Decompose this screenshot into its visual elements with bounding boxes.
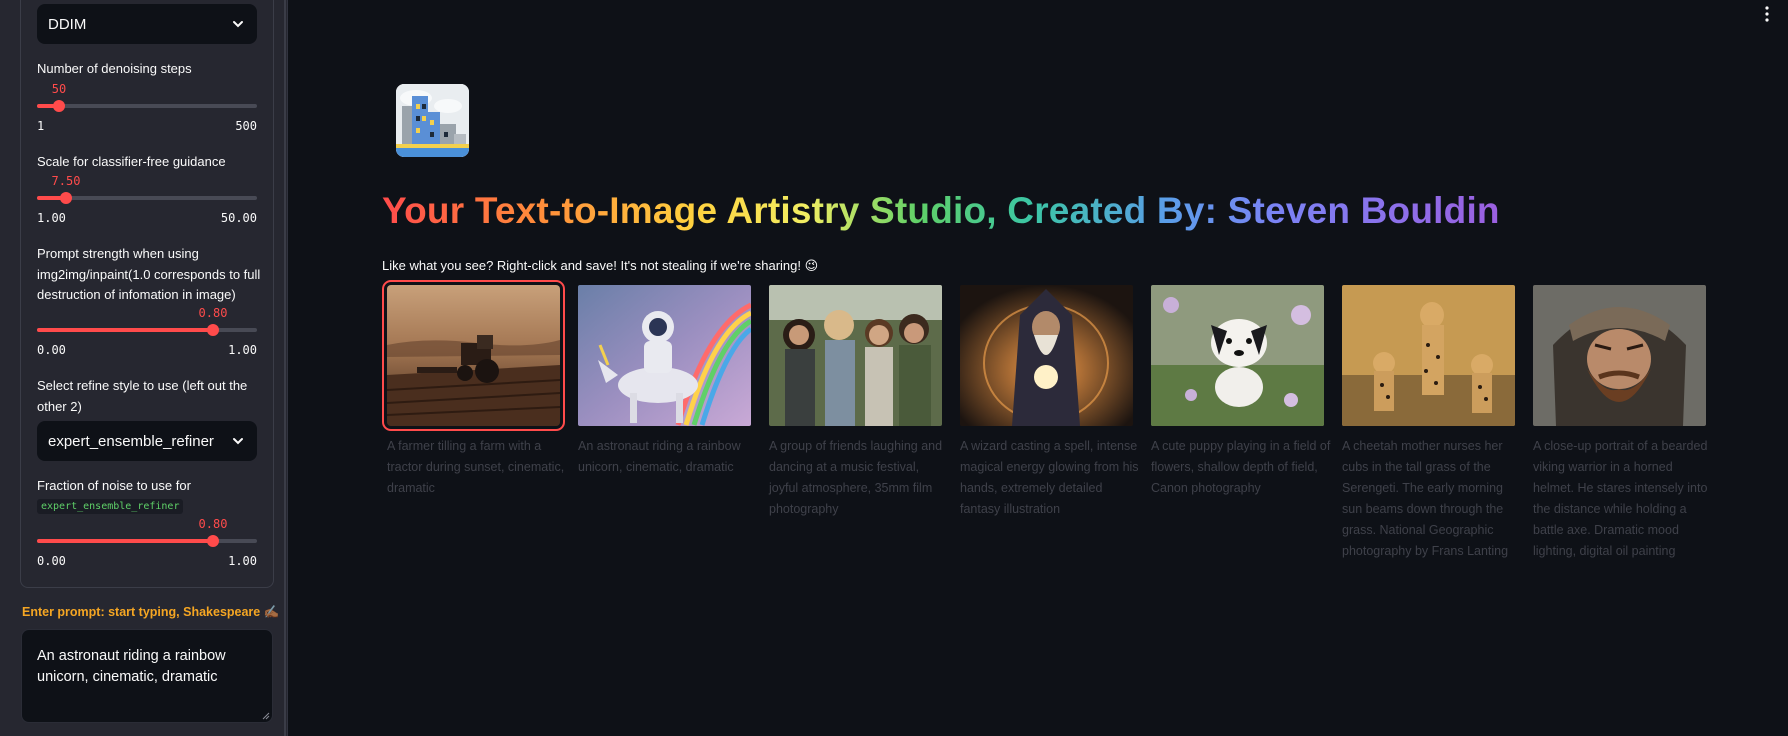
page-title: Your Text-to-Image Artistry Studio, Crea…: [382, 190, 1500, 231]
prompt-strength-label: Prompt strength when using img2img/inpai…: [37, 246, 261, 302]
slider-track: [37, 104, 257, 108]
gallery-item[interactable]: A group of friends laughing and dancing …: [769, 285, 942, 520]
gallery-item[interactable]: A wizard casting a spell, intense magica…: [960, 285, 1139, 520]
guidance-min: 1.00: [37, 211, 66, 225]
slider-thumb[interactable]: [60, 192, 72, 204]
gallery-item[interactable]: A close-up portrait of a bearded viking …: [1533, 285, 1707, 562]
prompt-text: An astronaut riding a rainbow unicorn, c…: [37, 648, 226, 685]
cheetah-cubs-image[interactable]: [1342, 285, 1515, 426]
chevron-down-icon: [233, 438, 243, 445]
slider-fill: [37, 328, 213, 332]
refine-style-select[interactable]: expert_ensemble_refiner: [37, 421, 257, 461]
noise-fraction-label: Fraction of noise to use for: [37, 478, 191, 493]
slider-thumb[interactable]: [53, 100, 65, 112]
noise-fraction-min: 0.00: [37, 554, 66, 568]
steps-value: 50: [51, 82, 67, 96]
gallery-caption: A group of friends laughing and dancing …: [769, 439, 943, 516]
slider-thumb[interactable]: [207, 324, 219, 336]
steps-max: 500: [235, 119, 257, 133]
gallery-item[interactable]: A farmer tilling a farm with a tractor d…: [382, 280, 565, 499]
prompt-strength-max: 1.00: [228, 343, 257, 357]
more-vertical-icon[interactable]: [1760, 6, 1774, 26]
wizard-spell-image[interactable]: [960, 285, 1133, 426]
slider-fill: [37, 539, 213, 543]
astronaut-unicorn-image[interactable]: [578, 285, 751, 426]
chevron-down-icon: [233, 21, 243, 28]
prompt-label: Enter prompt: start typing, Shakespeare …: [22, 605, 280, 619]
gallery-item[interactable]: An astronaut riding a rainbow unicorn, c…: [578, 285, 751, 478]
slider-thumb[interactable]: [207, 535, 219, 547]
guidance-slider[interactable]: 7.50 1.00 50.00: [37, 174, 257, 234]
guidance-label: Scale for classifier-free guidance: [37, 154, 226, 169]
city-buildings-icon: [396, 84, 469, 157]
viking-warrior-image[interactable]: [1533, 285, 1706, 426]
gallery-item[interactable]: A cute puppy playing in a field of flowe…: [1151, 285, 1330, 499]
gallery-item[interactable]: A cheetah mother nurses her cubs in the …: [1342, 285, 1515, 562]
gallery-caption: A cute puppy playing in a field of flowe…: [1151, 439, 1331, 495]
refine-style-label: Select refine style to use (left out the…: [37, 378, 248, 414]
refiner-code-chip: expert_ensemble_refiner: [37, 499, 184, 514]
gallery-caption: A cheetah mother nurses her cubs in the …: [1342, 439, 1509, 558]
noise-fraction-slider[interactable]: 0.80 0.00 1.00: [37, 517, 257, 577]
sidebar-scrollbar[interactable]: [284, 0, 286, 736]
prompt-textarea[interactable]: An astronaut riding a rainbow unicorn, c…: [21, 629, 273, 723]
scheduler-select[interactable]: DDIM: [37, 4, 257, 44]
prompt-strength-value: 0.80: [198, 306, 228, 320]
steps-min: 1: [37, 119, 45, 133]
gallery-caption: A close-up portrait of a bearded viking …: [1533, 439, 1708, 558]
steps-label: Number of denoising steps: [37, 61, 192, 76]
page-subtitle: Like what you see? Right-click and save!…: [382, 258, 819, 273]
gallery-caption: An astronaut riding a rainbow unicorn, c…: [578, 439, 741, 474]
noise-fraction-max: 1.00: [228, 554, 257, 568]
guidance-max: 50.00: [220, 211, 257, 225]
friends-festival-image[interactable]: [769, 285, 942, 426]
noise-fraction-value: 0.80: [198, 517, 228, 531]
gallery-caption: A wizard casting a spell, intense magica…: [960, 439, 1139, 516]
guidance-value: 7.50: [51, 174, 81, 188]
prompt-strength-min: 0.00: [37, 343, 66, 357]
prompt-strength-slider[interactable]: 0.80 0.00 1.00: [37, 306, 257, 366]
resize-handle-icon[interactable]: [262, 712, 270, 720]
farmer-tractor-image[interactable]: [382, 280, 565, 431]
refine-style-select-value: expert_ensemble_refiner: [48, 432, 214, 450]
sidebar: DDIM Number of denoising steps 50 1 500 …: [0, 0, 288, 736]
image-gallery: A farmer tilling a farm with a tractor d…: [382, 280, 1712, 725]
steps-slider[interactable]: 50 1 500: [37, 82, 257, 142]
gallery-caption: A farmer tilling a farm with a tractor d…: [387, 439, 565, 495]
puppy-flowers-image[interactable]: [1151, 285, 1324, 426]
scheduler-select-value: DDIM: [48, 15, 87, 33]
